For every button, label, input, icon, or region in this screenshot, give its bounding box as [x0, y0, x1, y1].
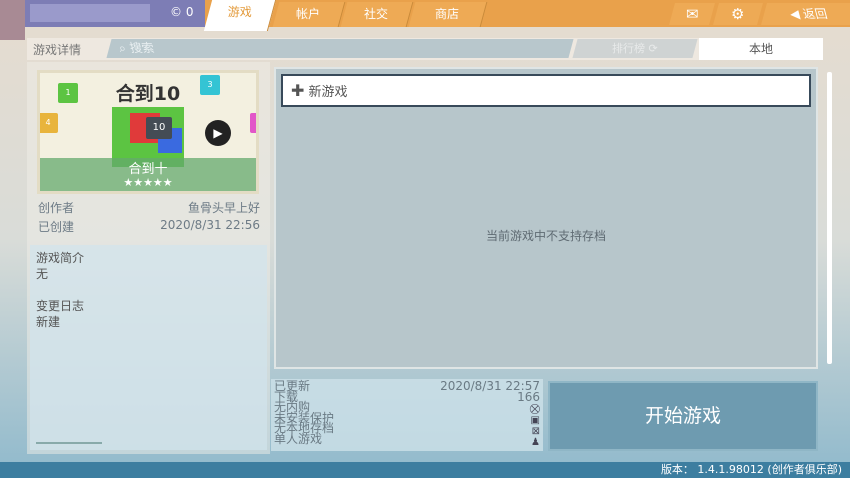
- game-info-panel: 已更新 下载 无内购 未安装保护 无本地存档 单人游戏 2020/8/31 22…: [271, 379, 543, 451]
- empty-message: 当前游戏中不支持存档: [485, 229, 606, 243]
- description-box[interactable]: 游戏简介 无 变更日志 新建: [30, 245, 267, 450]
- thumbnail-title: 合到10: [115, 83, 181, 105]
- mail-icon: ✉: [685, 5, 699, 23]
- block-10: 10: [146, 117, 172, 139]
- block-pink: [250, 113, 256, 133]
- coin-value: 0: [185, 5, 194, 19]
- refresh-icon: ⟳: [648, 42, 658, 55]
- created-row: 已创建 2020/8/31 22:56: [38, 218, 260, 235]
- single-player-label: 单人游戏: [274, 431, 323, 446]
- coin-count: © 0: [170, 5, 193, 19]
- no-save-icon: ⊠: [531, 426, 540, 437]
- tab-label: 商店: [435, 7, 460, 21]
- downloads-label: 下载: [274, 389, 299, 404]
- rating-stars: ★★★★★: [123, 176, 173, 189]
- block-4: 4: [40, 113, 58, 133]
- tab-game[interactable]: 游戏: [203, 0, 277, 31]
- top-bar: © 0 游戏 帐户 社交 商店 ✉ ⚙ ◀ 返回: [0, 0, 850, 40]
- settings-button[interactable]: ⚙: [713, 3, 763, 25]
- version-footer: 版本： 1.4.1.98012 (创作者俱乐部): [0, 462, 850, 478]
- play-icon[interactable]: ▶: [205, 120, 231, 146]
- sub-bar: 游戏详情 ⌕ 搜索 排行榜 ⟳ 本地: [27, 38, 823, 60]
- back-button[interactable]: ◀ 返回: [761, 3, 850, 25]
- tab-social[interactable]: 社交: [340, 2, 414, 27]
- coin-icon: ©: [170, 5, 182, 19]
- game-thumbnail[interactable]: 1 3 4 10 合到10 ▶ 合到十 ★★★★★: [37, 70, 259, 194]
- avatar: [0, 0, 25, 40]
- tab-label: 游戏: [228, 5, 253, 19]
- new-game-label: 新游戏: [308, 85, 348, 100]
- changelog-label: 变更日志: [36, 299, 85, 313]
- saves-panel: ✚ 新游戏 当前游戏中不支持存档: [274, 67, 818, 369]
- search-icon: ⌕: [116, 41, 128, 55]
- leaderboard-button[interactable]: 排行榜 ⟳: [572, 39, 698, 58]
- plus-icon: ✚: [291, 81, 305, 100]
- search-placeholder: 搜索: [127, 41, 156, 55]
- local-tab[interactable]: 本地: [699, 38, 823, 60]
- user-profile[interactable]: © 0: [0, 0, 205, 40]
- game-name-overlay: 合到十 ★★★★★: [40, 158, 256, 191]
- scrollbar[interactable]: [827, 72, 832, 364]
- changelog-text: 新建: [36, 315, 61, 329]
- tab-label: 社交: [364, 7, 389, 21]
- creator-label: 创作者: [38, 201, 75, 215]
- info-icons: ⛒ ▣ ⊠ ♟: [530, 404, 540, 448]
- single-player-icon: ♟: [531, 437, 540, 448]
- created-date: 2020/8/31 22:56: [160, 218, 260, 232]
- creator-name[interactable]: 鱼骨头早上好: [188, 199, 260, 216]
- game-details-panel: 1 3 4 10 合到10 ▶ 合到十 ★★★★★ 创作者 鱼骨头早上好 已创建 2…: [27, 62, 270, 454]
- created-label: 已创建: [38, 220, 75, 234]
- downloads-count: 166: [517, 390, 540, 404]
- page-title: 游戏详情: [33, 43, 82, 57]
- tab-account[interactable]: 帐户: [272, 2, 346, 27]
- new-game-button[interactable]: ✚ 新游戏: [281, 74, 811, 107]
- search-input[interactable]: ⌕ 搜索: [106, 39, 574, 58]
- back-label: 返回: [801, 7, 830, 21]
- protection-icon: ▣: [530, 415, 540, 426]
- no-iap-icon: ⛒: [529, 404, 540, 415]
- intro-text: 无: [36, 267, 49, 281]
- intro-label: 游戏简介: [36, 251, 85, 265]
- game-name: 合到十: [128, 162, 168, 177]
- tab-store[interactable]: 商店: [408, 2, 488, 27]
- mail-button[interactable]: ✉: [669, 3, 715, 25]
- creator-row: 创作者 鱼骨头早上好: [38, 199, 260, 216]
- leaderboard-label: 排行榜: [612, 42, 646, 55]
- gear-icon: ⚙: [731, 5, 745, 23]
- start-game-button[interactable]: 开始游戏: [548, 381, 818, 451]
- username: [30, 4, 150, 22]
- scroll-indicator[interactable]: [36, 442, 102, 444]
- tab-label: 帐户: [296, 7, 321, 21]
